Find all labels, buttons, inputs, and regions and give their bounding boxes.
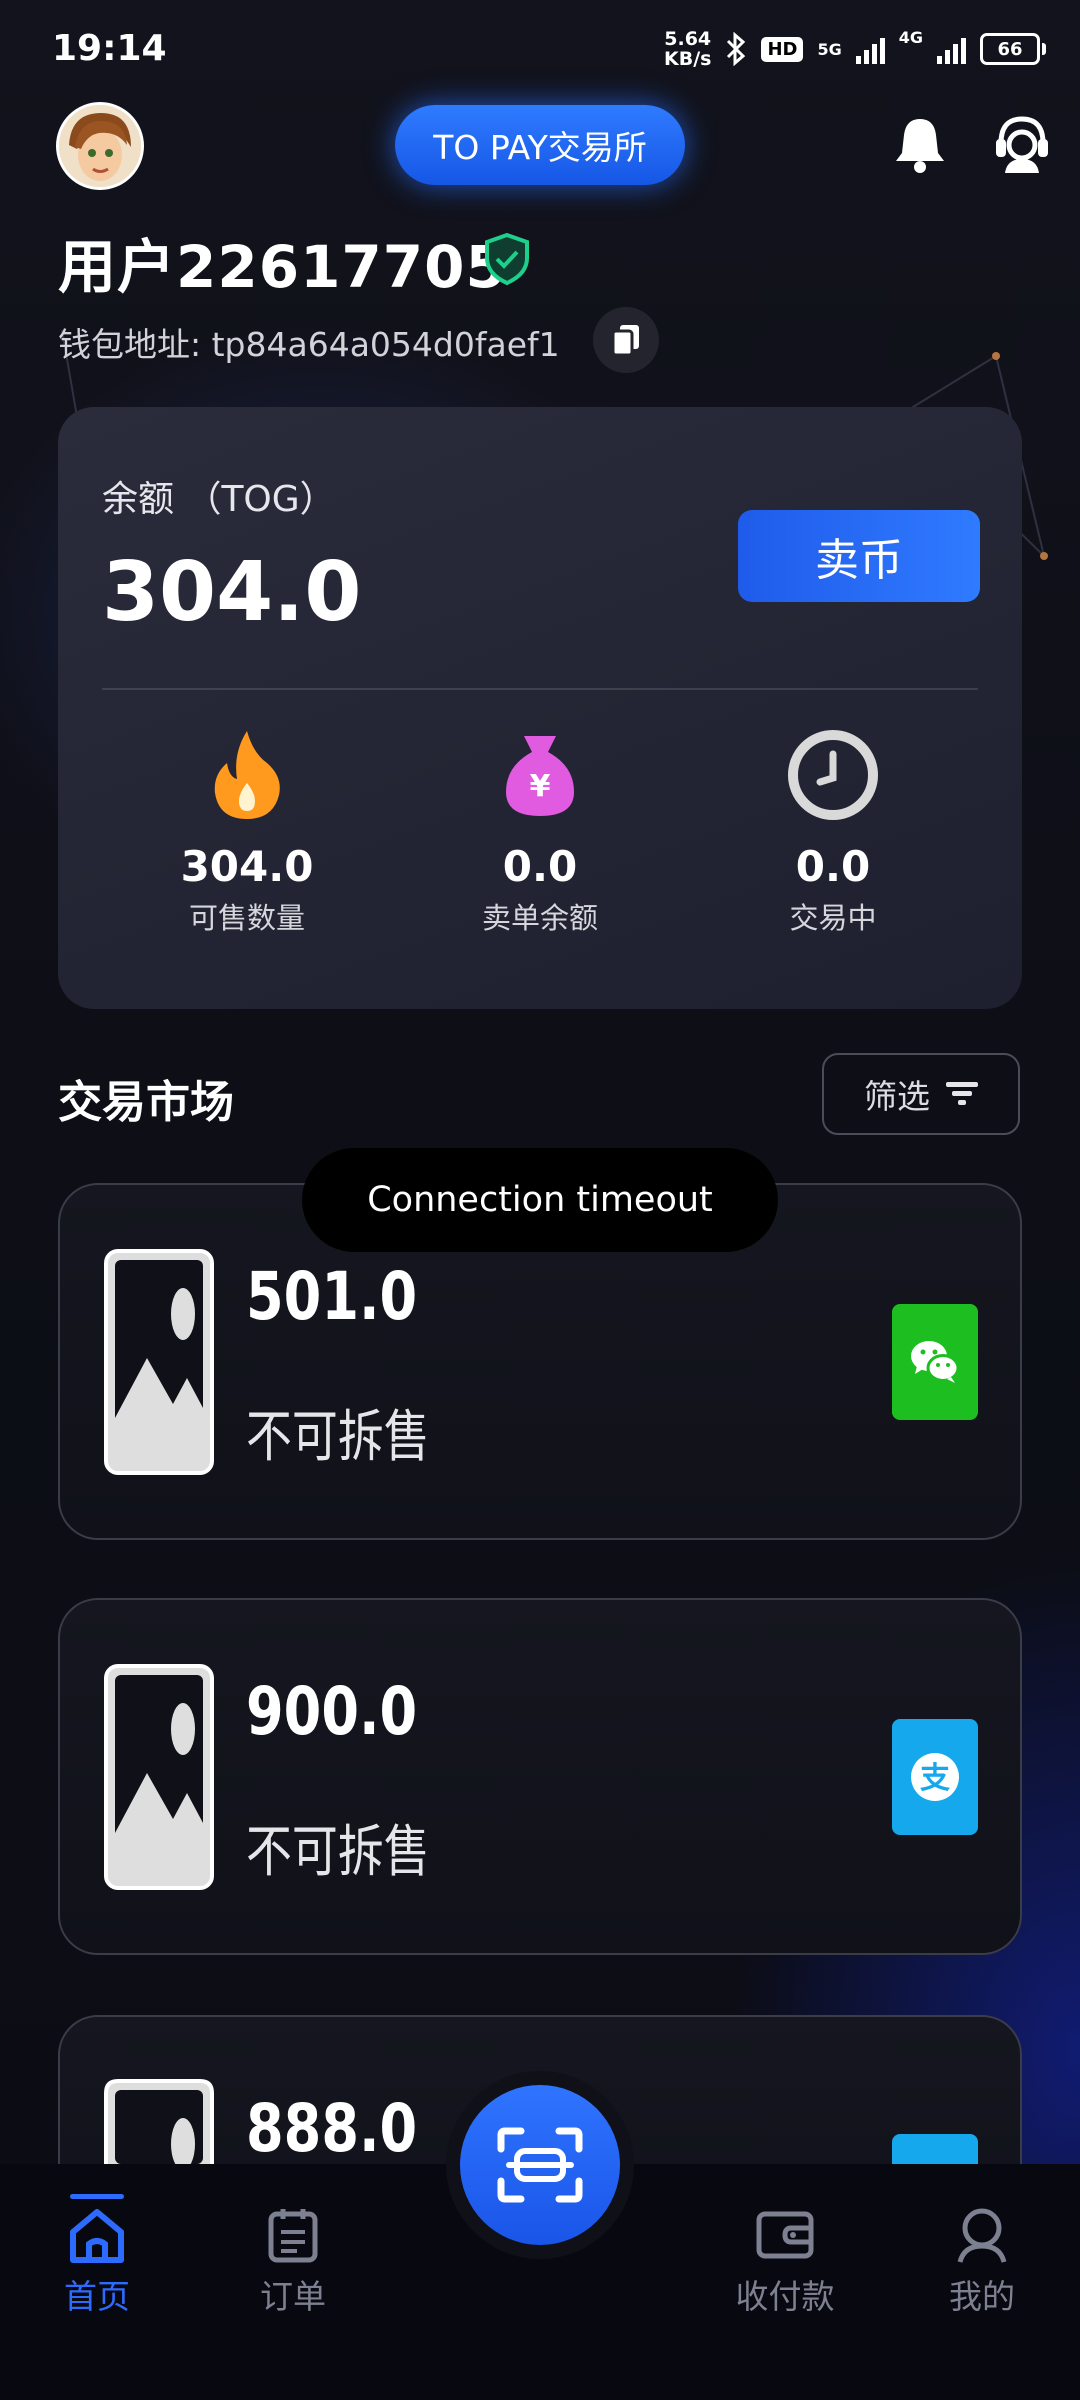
network-5g: 5G: [817, 39, 842, 59]
headset-icon: [996, 116, 1048, 173]
alipay-icon: 支: [892, 1719, 978, 1835]
active-tab-indicator: [70, 2194, 124, 2199]
scan-icon: [497, 2127, 583, 2203]
network-speed-unit: KB/s: [663, 48, 712, 70]
battery-icon: 66: [980, 33, 1046, 65]
listing-amount: 501.0: [246, 1258, 418, 1335]
copy-address-button[interactable]: [593, 307, 659, 373]
profile-icon: [957, 2208, 1007, 2263]
listing-note: 不可拆售: [246, 1820, 430, 1885]
wechat-logo: [911, 1341, 960, 1383]
scan-button[interactable]: [460, 2085, 620, 2245]
tab-orders[interactable]: 订单: [218, 2200, 368, 2318]
listing-note: 不可拆售: [246, 1405, 430, 1470]
tab-profile-label: 我的: [949, 2277, 1015, 2316]
status-icons: 5.64 KB/s HD 5G 4G 66: [664, 24, 1046, 74]
tab-profile[interactable]: 我的: [907, 2200, 1057, 2318]
avatar-image: [59, 105, 141, 187]
bell-icon: [896, 119, 944, 173]
alipay-logo: 支: [911, 1753, 959, 1801]
tab-orders-label: 订单: [260, 2277, 326, 2316]
image-placeholder-icon: [104, 1249, 214, 1475]
verified-shield-icon: [485, 232, 529, 286]
filter-icon: [946, 1082, 978, 1105]
avatar[interactable]: [56, 102, 144, 190]
tab-payments-label: 收付款: [735, 2277, 835, 2316]
filter-label: 筛选: [864, 1077, 930, 1116]
tab-payments[interactable]: 收付款: [710, 2200, 860, 2318]
clipboard-icon: [268, 2209, 318, 2263]
wallet-icon: [756, 2211, 814, 2259]
balance-value: 304.0: [102, 545, 362, 640]
tab-home[interactable]: 首页: [22, 2200, 172, 2318]
home-icon: [70, 2209, 124, 2263]
fire-icon: [214, 731, 280, 819]
stat-sell-order-label: 卖单余额: [481, 901, 598, 935]
user-name: 用户22617705: [58, 233, 507, 301]
stat-in-trade-label: 交易中: [789, 901, 877, 935]
wallet-address: 钱包地址: tp84a64a054d0faef1: [58, 325, 560, 364]
image-placeholder-icon: [104, 2079, 214, 2164]
sell-coin-button[interactable]: 卖币: [738, 510, 980, 602]
svg-text:¥: ¥: [530, 769, 551, 804]
customer-service-button[interactable]: [990, 110, 1054, 178]
svg-text:支: 支: [920, 1761, 950, 1796]
market-title: 交易市场: [58, 1077, 234, 1128]
copy-icon: [611, 325, 639, 357]
signal-5g-icon: [855, 34, 885, 64]
tab-home-label: 首页: [64, 2277, 130, 2316]
stat-available-label: 可售数量: [188, 901, 305, 935]
wechat-pay-icon: [892, 1304, 978, 1420]
stat-available: 304.0 可售数量: [127, 720, 367, 937]
stat-in-trade-value: 0.0: [795, 842, 871, 891]
stat-sell-order-balance: ¥ 0.0 卖单余额: [420, 720, 660, 937]
stat-sell-order-value: 0.0: [502, 842, 578, 891]
toast-message: Connection timeout: [302, 1148, 778, 1252]
exchange-button[interactable]: TO PAY交易所: [395, 105, 685, 185]
card-divider: [102, 688, 978, 690]
filter-button[interactable]: 筛选: [822, 1053, 1020, 1135]
signal-4g-icon: [937, 34, 966, 64]
image-placeholder-icon: [104, 1664, 214, 1890]
network-4g: 4G: [898, 28, 923, 47]
clock-icon: [788, 730, 878, 820]
battery-level: 66: [997, 38, 1023, 60]
network-speed-value: 5.64: [664, 28, 712, 50]
bluetooth-icon: [727, 32, 746, 66]
stat-available-value: 304.0: [180, 842, 314, 891]
listing-amount: 900.0: [246, 1673, 418, 1750]
listing-amount: 888.0: [246, 2090, 418, 2167]
notification-button[interactable]: [890, 112, 950, 178]
balance-label: 余额 （TOG）: [102, 479, 336, 520]
network-speed: 5.64 KB/s: [664, 29, 711, 69]
hd-badge: HD: [761, 36, 804, 62]
stat-in-trade: 0.0 交易中: [713, 720, 953, 937]
money-bag-icon: ¥: [506, 736, 574, 816]
status-time: 19:14: [52, 28, 167, 69]
